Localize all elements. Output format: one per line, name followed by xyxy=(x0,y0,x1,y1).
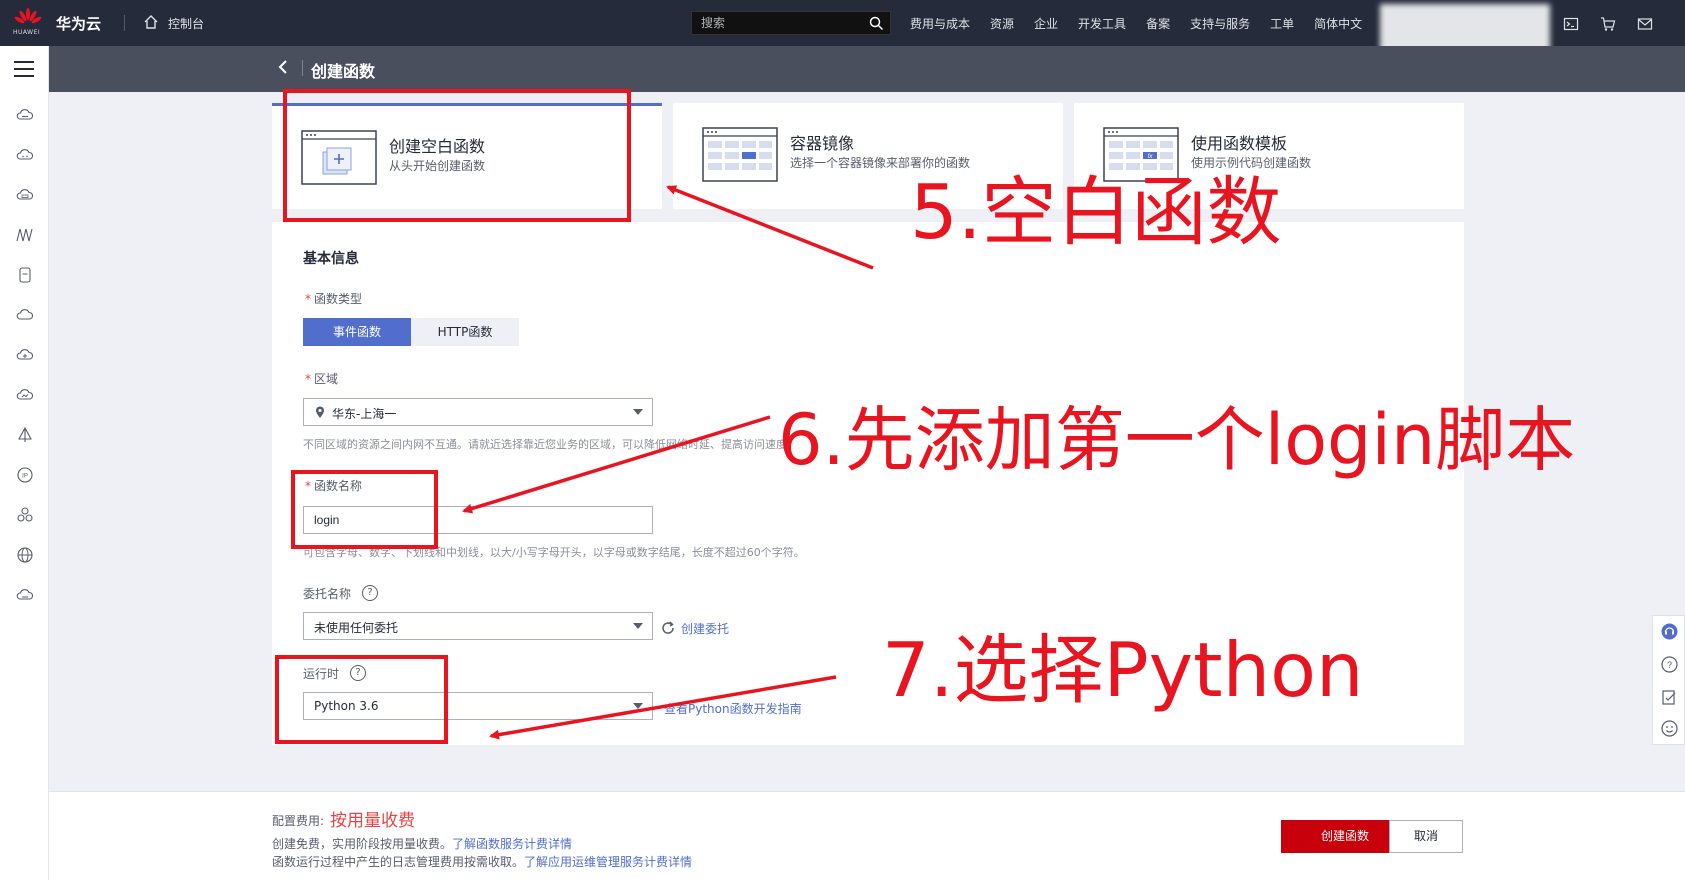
menu-item-devtools[interactable]: 开发工具 xyxy=(1078,15,1126,32)
chevron-down-icon xyxy=(633,703,643,709)
annotation-highlight-box xyxy=(275,655,448,744)
menu-item-resources[interactable]: 资源 xyxy=(990,15,1014,32)
menu-item-icp[interactable]: 备案 xyxy=(1146,15,1170,32)
required-marker: * xyxy=(305,372,311,386)
cloud-icon[interactable] xyxy=(16,586,34,604)
cloud-icon[interactable] xyxy=(16,346,34,364)
waves-icon[interactable] xyxy=(16,226,34,244)
cart-icon[interactable] xyxy=(1600,16,1616,32)
search-input[interactable] xyxy=(692,12,862,34)
aom-billing-link[interactable]: 了解应用运维管理服务计费详情 xyxy=(524,855,692,869)
feedback-icon[interactable] xyxy=(1661,689,1678,706)
annotation-step6: 6.先添加第一个login脚本 xyxy=(778,399,1576,481)
database-icon[interactable] xyxy=(16,266,34,284)
menu-item-language[interactable]: 简体中文 xyxy=(1314,15,1362,32)
customer-service-icon[interactable] xyxy=(1661,623,1678,640)
divider xyxy=(302,60,303,76)
fee-note-text: 函数运行过程中产生的日志管理费用按需收取。 xyxy=(272,855,525,869)
billing-details-link[interactable]: 了解函数服务计费详情 xyxy=(452,837,572,851)
menu-icon[interactable] xyxy=(14,61,34,77)
annotation-highlight-box xyxy=(291,470,438,549)
cluster-icon[interactable] xyxy=(16,506,34,524)
help-icon[interactable]: ? xyxy=(1661,656,1678,673)
chevron-down-icon xyxy=(633,623,643,629)
svg-text:?: ? xyxy=(1667,660,1672,670)
menu-item-tickets[interactable]: 工单 xyxy=(1270,15,1294,32)
select-value: 华东-上海一 xyxy=(332,407,397,421)
floating-help-bar: ? xyxy=(1652,615,1685,745)
page-header-bar xyxy=(49,46,1685,92)
container-image-illustration-icon xyxy=(702,127,778,182)
required-marker: * xyxy=(305,292,311,306)
annotation-step7: 7.选择Python xyxy=(882,626,1364,714)
annotation-step5: 5.空白函数 xyxy=(910,168,1282,256)
smiley-icon[interactable] xyxy=(1661,720,1678,737)
back-arrow-icon[interactable] xyxy=(276,59,292,75)
option-http-function[interactable]: HTTP函数 xyxy=(411,318,519,346)
terminal-icon[interactable] xyxy=(1563,16,1579,32)
region-hint: 不同区域的资源之间内网不互通。请就近选择靠近您业务的区域，可以降低网络时延、提高… xyxy=(303,438,798,451)
create-agency-link[interactable]: 创建委托 xyxy=(681,620,729,637)
section-title: 基本信息 xyxy=(303,251,359,267)
chevron-down-icon xyxy=(633,409,643,415)
cancel-button[interactable]: 取消 xyxy=(1389,820,1463,853)
logo-text: HUAWEI xyxy=(13,29,41,36)
tab-title: 使用函数模板 xyxy=(1191,134,1288,153)
page-title: 创建函数 xyxy=(311,62,376,81)
home-icon[interactable] xyxy=(143,14,159,30)
search-icon[interactable] xyxy=(869,16,884,31)
brand-name[interactable]: 华为云 xyxy=(56,13,101,34)
location-pin-icon xyxy=(316,406,324,418)
label-text: 函数类型 xyxy=(314,292,363,306)
label-text: 区域 xyxy=(314,372,339,386)
function-type-selector: 事件函数 HTTP函数 xyxy=(303,318,519,346)
region-label: * 区域 xyxy=(305,370,338,387)
python-guide-link[interactable]: 查看Python函数开发指南 xyxy=(664,700,802,717)
mail-icon[interactable] xyxy=(1637,16,1653,32)
fee-note-2: 函数运行过程中产生的日志管理费用按需收取。了解应用运维管理服务计费详情 xyxy=(272,853,692,870)
select-value: 未使用任何委托 xyxy=(314,621,399,635)
menu-item-support[interactable]: 支持与服务 xyxy=(1190,15,1250,32)
menu-item-billing[interactable]: 费用与成本 xyxy=(910,15,970,32)
cloud-icon[interactable] xyxy=(16,386,34,404)
svg-text:IP: IP xyxy=(22,474,28,480)
fee-label: 配置费用: xyxy=(272,814,325,828)
divider xyxy=(124,15,125,31)
service-sidebar: IP xyxy=(0,46,49,880)
refresh-icon[interactable] xyxy=(661,621,675,635)
cloud-icon[interactable] xyxy=(16,186,34,204)
function-type-label: * 函数类型 xyxy=(305,290,362,307)
console-link[interactable]: 控制台 xyxy=(168,15,204,32)
cloud-icon[interactable] xyxy=(16,106,34,124)
region-select[interactable]: 华东-上海一 xyxy=(303,398,653,426)
menu-item-enterprise[interactable]: 企业 xyxy=(1034,15,1058,32)
annotation-highlight-box xyxy=(283,89,631,222)
fee-note-text: 创建免费，实用阶段按用量收费。 xyxy=(272,837,453,851)
tab-title: 容器镜像 xyxy=(790,134,855,153)
huawei-logo-icon[interactable] xyxy=(14,8,42,30)
top-menu: 费用与成本 资源 企业 开发工具 备案 支持与服务 工单 简体中文 xyxy=(910,15,1382,32)
cloud-icon[interactable] xyxy=(16,146,34,164)
tree-icon[interactable] xyxy=(16,426,34,444)
fee-note-1: 创建免费，实用阶段按用量收费。了解函数服务计费详情 xyxy=(272,835,572,852)
global-search[interactable] xyxy=(691,11,891,35)
ip-icon[interactable]: IP xyxy=(16,466,34,484)
help-icon[interactable]: ? xyxy=(362,585,378,601)
globe-icon[interactable] xyxy=(16,546,34,564)
fee-value: 按用量收费 xyxy=(330,811,415,831)
agency-label: 委托名称 xyxy=(303,587,352,601)
option-event-function[interactable]: 事件函数 xyxy=(303,318,411,346)
cloud-icon[interactable] xyxy=(16,306,34,324)
agency-select[interactable]: 未使用任何委托 xyxy=(303,612,653,640)
top-navigation-bar: HUAWEI 华为云 控制台 费用与成本 资源 企业 开发工具 备案 支持与服务… xyxy=(0,0,1685,54)
